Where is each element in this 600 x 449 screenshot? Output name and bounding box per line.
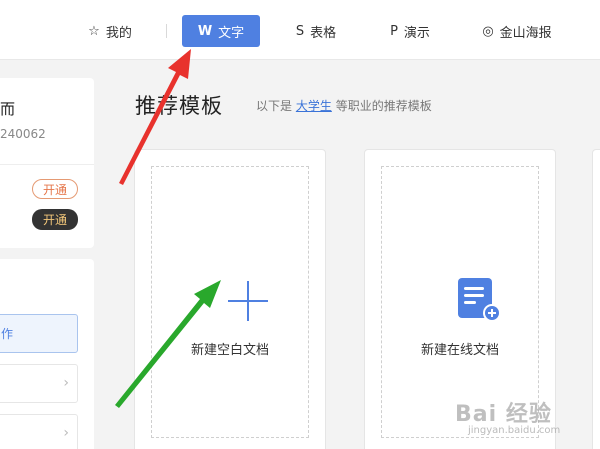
new-blank-document-card[interactable]: 新建空白文档	[134, 149, 326, 449]
top-nav-bar: ☆ 我的 W 文字 S 表格 P 演示 ◎ 金山海报	[0, 0, 600, 60]
template-subtitle: 以下是 大学生 等职业的推荐模板	[256, 97, 432, 114]
nav-tab-slides[interactable]: P 演示	[382, 15, 438, 47]
side-menu: 作 › ›	[0, 259, 94, 449]
side-menu-item[interactable]: ›	[0, 364, 78, 403]
side-menu-item-label: 作	[1, 327, 14, 341]
nav-tab-sheet[interactable]: S 表格	[288, 15, 344, 47]
page-title: 推荐模板	[135, 94, 223, 118]
online-doc-icon	[458, 278, 501, 322]
template-card-partial[interactable]	[592, 149, 600, 449]
subtitle-suffix: 等职业的推荐模板	[335, 99, 432, 113]
card-label: 新建空白文档	[190, 343, 269, 358]
nav-tab-label: 演示	[403, 25, 430, 41]
open-super-vip-button[interactable]: 开通	[32, 209, 78, 230]
nav-tab-poster[interactable]: ◎ 金山海报	[476, 15, 558, 47]
user-name: 而	[0, 100, 16, 118]
watermark-text: Bai 经验	[455, 402, 552, 427]
nav-tab-mine[interactable]: ☆ 我的	[84, 15, 136, 47]
p-slides-icon: P	[390, 23, 398, 39]
nav-tab-label: 金山海报	[499, 25, 552, 41]
nav-tab-writer[interactable]: W 文字	[182, 15, 260, 47]
poster-icon: ◎	[482, 23, 494, 39]
profession-link[interactable]: 大学生	[296, 99, 332, 113]
star-icon: ☆	[88, 23, 100, 39]
open-vip-button[interactable]: 开通	[32, 179, 78, 199]
user-card: 而 240062 开通 开通	[0, 78, 94, 248]
divider	[0, 164, 94, 165]
chevron-right-icon: ›	[63, 425, 69, 441]
nav-tab-label: 文字	[218, 25, 245, 41]
nav-divider	[166, 24, 167, 38]
card-label: 新建在线文档	[420, 343, 499, 358]
plus-icon-vertical	[247, 281, 249, 321]
s-sheet-icon: S	[295, 23, 305, 39]
subtitle-prefix: 以下是	[256, 99, 293, 113]
nav-tab-label: 表格	[310, 25, 337, 41]
side-menu-selected-item[interactable]: 作	[0, 314, 78, 353]
user-id: 240062	[0, 127, 46, 141]
watermark-url: jingyan.baidu.com	[468, 425, 561, 436]
card-dashed-area: 新建空白文档	[151, 166, 309, 438]
nav-tab-label: 我的	[105, 25, 132, 41]
side-menu-item[interactable]: ›	[0, 414, 78, 449]
chevron-right-icon: ›	[63, 375, 69, 391]
w-writer-icon: W	[197, 23, 213, 39]
